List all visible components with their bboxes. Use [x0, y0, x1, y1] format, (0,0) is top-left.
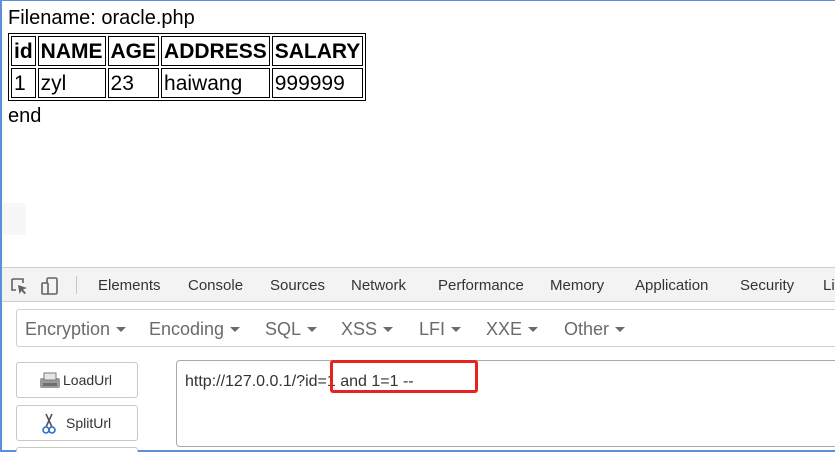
menu-other-label: Other	[564, 319, 610, 339]
filename-label: Filename: oracle.php	[8, 7, 195, 29]
annotation-highlight-box	[330, 360, 478, 393]
load-url-button[interactable]: LoadUrl	[16, 362, 138, 398]
caret-down-icon	[451, 327, 462, 332]
caret-down-icon	[230, 327, 241, 332]
caret-down-icon	[383, 327, 394, 332]
toolbar-divider	[76, 276, 77, 294]
menu-sql-label: SQL	[265, 319, 302, 339]
page-viewport: Filename: oracle.php id NAME AGE ADDRESS…	[2, 1, 835, 267]
devtools-tab-bar: Elements Console Sources Network Perform…	[2, 267, 835, 302]
tab-elements[interactable]: Elements	[98, 277, 161, 294]
inspect-element-icon[interactable]	[9, 276, 29, 296]
menu-encoding-label: Encoding	[149, 319, 225, 339]
menu-other[interactable]: Other	[564, 319, 626, 340]
end-text: end	[8, 105, 42, 127]
split-url-button[interactable]: SplitUrl	[16, 405, 138, 441]
device-toolbar-icon[interactable]	[40, 276, 60, 296]
scissors-icon	[42, 413, 56, 438]
cell-age: 23	[107, 68, 160, 98]
load-url-label: LoadUrl	[63, 372, 113, 388]
menu-sql[interactable]: SQL	[265, 319, 318, 340]
column-header-id: id	[11, 36, 36, 66]
cell-name: zyl	[37, 68, 106, 98]
column-header-age: AGE	[107, 36, 160, 66]
column-header-salary: SALARY	[271, 36, 364, 66]
caret-down-icon	[528, 327, 539, 332]
tab-application[interactable]: Application	[635, 277, 708, 294]
menu-xxe-label: XXE	[486, 319, 523, 339]
menu-encryption[interactable]: Encryption	[25, 319, 127, 340]
menu-xxe[interactable]: XXE	[486, 319, 539, 340]
url-textarea[interactable]: http://127.0.0.1/?id=1 and 1=1 --	[176, 360, 835, 447]
devtools-panel: Elements Console Sources Network Perform…	[2, 267, 835, 452]
caret-down-icon	[307, 327, 318, 332]
menu-lfi[interactable]: LFI	[419, 319, 462, 340]
column-header-address: ADDRESS	[161, 36, 270, 66]
menu-encoding[interactable]: Encoding	[149, 319, 241, 340]
tab-memory[interactable]: Memory	[550, 277, 604, 294]
tab-console[interactable]: Console	[188, 277, 243, 294]
page-edge-widget	[2, 203, 26, 235]
cell-salary: 999999	[271, 68, 364, 98]
hackbar-menu-bar: Encryption Encoding SQL XSS LFI XXE Othe…	[16, 309, 835, 347]
menu-xss[interactable]: XSS	[341, 319, 394, 340]
tab-network[interactable]: Network	[351, 277, 406, 294]
caret-down-icon	[116, 327, 127, 332]
table-header-row: id NAME AGE ADDRESS SALARY	[11, 36, 364, 66]
results-table: id NAME AGE ADDRESS SALARY 1 zyl 23 haiw…	[8, 33, 367, 101]
table-row: 1 zyl 23 haiwang 999999	[11, 68, 364, 98]
menu-encryption-label: Encryption	[25, 319, 111, 339]
tab-performance[interactable]: Performance	[438, 277, 524, 294]
split-url-label: SplitUrl	[66, 415, 112, 431]
execute-button-partial[interactable]	[16, 447, 138, 452]
column-header-name: NAME	[37, 36, 106, 66]
cell-id: 1	[11, 68, 36, 98]
cell-address: haiwang	[161, 68, 270, 98]
load-url-icon	[39, 372, 61, 393]
tab-sources[interactable]: Sources	[270, 277, 325, 294]
caret-down-icon	[615, 327, 626, 332]
menu-lfi-label: LFI	[419, 319, 446, 339]
tab-security[interactable]: Security	[740, 277, 794, 294]
tab-lighthouse[interactable]: Li	[823, 277, 835, 294]
menu-xss-label: XSS	[341, 319, 378, 339]
